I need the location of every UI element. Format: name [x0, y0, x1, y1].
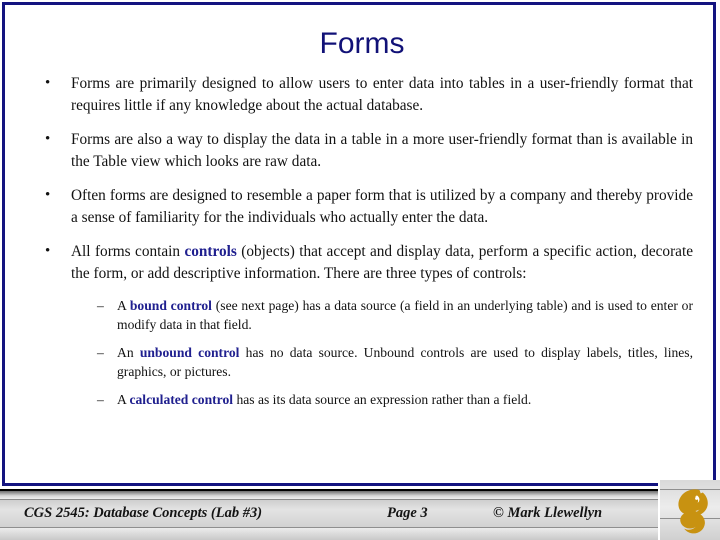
bullet-item: • Often forms are designed to resemble a … — [31, 185, 693, 228]
text-run: has as its data source an expression rat… — [233, 392, 532, 407]
footer-lower-band — [0, 528, 720, 540]
footer-page-number: Page 3 — [387, 505, 428, 521]
bullet-item: – A bound control (see next page) has a d… — [31, 297, 693, 334]
bullet-marker: • — [45, 243, 51, 259]
text-run: Forms are primarily designed to allow us… — [71, 75, 693, 114]
bullet-item: • Forms are primarily designed to allow u… — [31, 73, 693, 116]
ucf-pegasus-logo — [658, 480, 720, 540]
keyword-term: controls — [184, 243, 237, 260]
text-run: An — [117, 345, 140, 360]
bullet-text: Often forms are designed to resemble a p… — [71, 187, 693, 226]
bullet-text: Forms are primarily designed to allow us… — [71, 75, 693, 114]
text-run: A — [117, 392, 130, 407]
slide-content-frame: Forms • Forms are primarily designed to a… — [2, 2, 716, 486]
bullet-marker: • — [45, 75, 51, 91]
keyword-term: calculated control — [129, 392, 234, 407]
keyword-term: bound control — [129, 298, 212, 313]
keyword-term: unbound control — [139, 345, 240, 360]
bullet-marker: • — [45, 187, 51, 203]
bullet-marker: – — [97, 298, 104, 313]
footer-upper-band — [0, 491, 720, 499]
bullet-text: An unbound control has no data source. U… — [117, 345, 693, 379]
slide-footer: CGS 2545: Database Concepts (Lab #3) Pag… — [0, 489, 720, 540]
text-run: Forms are also a way to display the data… — [71, 131, 693, 170]
bullet-marker: – — [97, 392, 104, 407]
bullet-text: Forms are also a way to display the data… — [71, 131, 693, 170]
bullet-item: • All forms contain controls (objects) th… — [31, 241, 693, 284]
bullet-item: • Forms are also a way to display the dat… — [31, 129, 693, 172]
bullet-item: – An unbound control has no data source. … — [31, 344, 693, 381]
bullet-item: – A calculated control has as its data so… — [31, 391, 693, 410]
page-title: Forms — [319, 27, 405, 60]
bullet-text: A calculated control has as its data sou… — [117, 392, 531, 407]
bullet-text: All forms contain controls (objects) tha… — [71, 243, 693, 282]
slide-body: • Forms are primarily designed to allow u… — [31, 73, 693, 420]
footer-course-label: CGS 2545: Database Concepts (Lab #3) — [24, 505, 263, 521]
bullet-marker: • — [45, 131, 51, 147]
footer-copyright-label: © Mark Llewellyn — [493, 505, 603, 521]
pegasus-icon — [678, 489, 708, 534]
slide: Forms • Forms are primarily designed to a… — [0, 0, 720, 540]
bullet-text: A bound control (see next page) has a da… — [117, 298, 693, 332]
text-run: A — [117, 298, 130, 313]
bullet-marker: – — [97, 345, 104, 360]
text-run: All forms contain — [71, 243, 185, 260]
text-run: Often forms are designed to resemble a p… — [71, 187, 693, 226]
